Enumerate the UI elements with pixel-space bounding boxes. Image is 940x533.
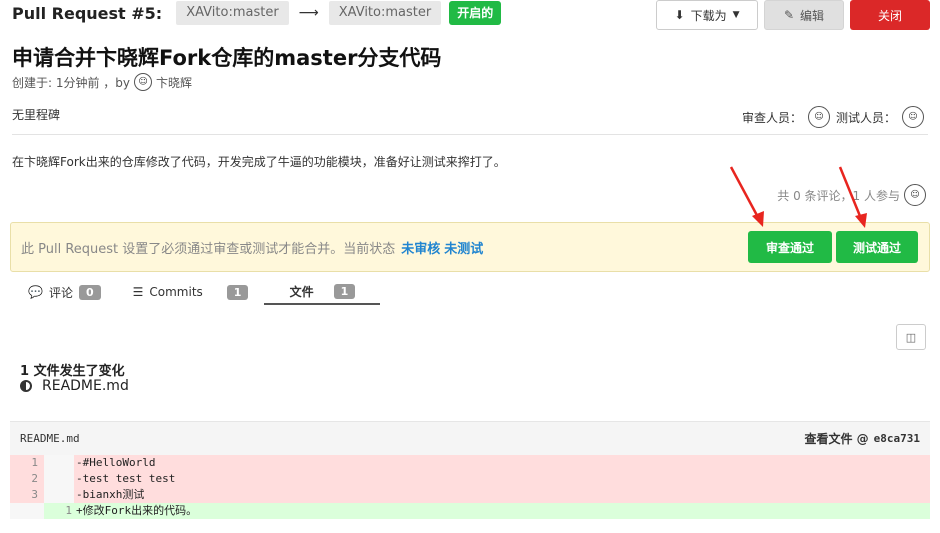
approve-review-button[interactable]: 审查通过	[748, 231, 832, 263]
close-button[interactable]: 关闭	[850, 0, 930, 30]
notice-text: 此 Pull Request 设置了必须通过审查或测试才能合并。当前状态	[21, 241, 396, 257]
pr-header: Pull Request #5: XAVito:master ⟶ XAVito:…	[12, 0, 502, 26]
pr-meta: 创建于: 1分钟前 ，by ☺ 卞晓辉	[12, 73, 192, 91]
comment-stats: 共 0 条评论，1 人参与 ☺	[777, 184, 926, 206]
toggle-view-button[interactable]: ◫	[896, 324, 926, 350]
download-icon: ⬇	[674, 8, 685, 22]
new-line-number[interactable]	[44, 455, 74, 471]
download-dropdown-button[interactable]: ⬇ 下载为 ▼	[656, 0, 758, 30]
old-line-number[interactable]	[10, 503, 44, 519]
file-name[interactable]: README.md	[42, 378, 129, 394]
test-status: 未测试	[444, 241, 484, 257]
old-line-number[interactable]: 1	[10, 455, 44, 471]
edit-button[interactable]: ✎ 编辑	[764, 0, 844, 30]
participant-avatar[interactable]: ☺	[904, 184, 926, 206]
annotation-arrow-review	[729, 166, 764, 227]
divider	[12, 134, 928, 135]
tab-label: Commits	[149, 285, 203, 299]
diff-code: -test test test	[74, 471, 930, 487]
status-badge: 开启的	[449, 1, 502, 25]
target-branch[interactable]: XAVito:master	[328, 1, 442, 25]
tester-label: 测试人员：	[835, 110, 896, 125]
tab-comments[interactable]: 💬 评论 0	[12, 279, 117, 305]
new-line-number[interactable]	[44, 487, 74, 503]
tab-files[interactable]: 文件 1	[264, 279, 381, 305]
pr-description: 在卞晓辉Fork出来的仓库修改了代码，开发完成了牛逼的功能模块，准备好让测试来搾…	[12, 155, 506, 169]
view-file-label: 查看文件 @	[804, 432, 869, 446]
new-line-number[interactable]	[44, 471, 74, 487]
download-label: 下载为	[690, 8, 727, 23]
diff-code: -bianxh测试	[74, 487, 930, 503]
arrow-right-icon: ⟶	[298, 5, 319, 21]
modified-file-icon	[20, 380, 32, 392]
approve-test-button[interactable]: 测试通过	[836, 231, 918, 263]
tab-label: 文件	[289, 284, 314, 299]
diff-file-name: README.md	[20, 432, 80, 445]
edit-label: 编辑	[800, 8, 825, 23]
tab-count: 0	[78, 284, 101, 300]
pr-tabs: 💬 评论 0 ☰ Commits 1 文件 1	[12, 278, 381, 306]
caret-down-icon: ▼	[732, 10, 740, 20]
diff-line: 1 +修改Fork出来的代码。	[10, 503, 930, 519]
created-label: 创建于: 1分钟前 ，by	[12, 75, 131, 90]
review-status: 未审核	[401, 241, 441, 257]
diff-header: README.md 查看文件 @ e8ca731	[10, 421, 930, 455]
diff-code: +修改Fork出来的代码。	[74, 503, 930, 519]
diff-line: 3 -bianxh测试	[10, 487, 930, 503]
stats-text: 共 0 条评论，1 人参与	[777, 188, 900, 203]
author-link[interactable]: 卞晓辉	[156, 74, 192, 91]
old-line-number[interactable]: 3	[10, 487, 44, 503]
view-file-link[interactable]: 查看文件 @ e8ca731	[804, 430, 920, 447]
reviewer-avatar[interactable]: ☺	[807, 106, 830, 128]
page-title: 申请合并卞晓辉Fork仓库的master分支代码	[12, 46, 442, 70]
old-line-number[interactable]: 2	[10, 471, 44, 487]
new-line-number[interactable]: 1	[44, 503, 74, 519]
list-icon: ☰	[132, 285, 144, 299]
diff-code: -#HelloWorld	[74, 455, 930, 471]
source-branch[interactable]: XAVito:master	[176, 1, 289, 25]
avatar[interactable]: ☺	[134, 73, 153, 91]
pr-number: Pull Request #5:	[12, 3, 163, 23]
diff-line: 2 -test test test	[10, 471, 930, 487]
tab-label: 评论	[48, 285, 73, 300]
tab-count: 1	[333, 283, 356, 299]
tester-avatar[interactable]: ☺	[902, 106, 924, 128]
commit-sha[interactable]: e8ca731	[874, 432, 920, 445]
reviewers: 审查人员： ☺ 测试人员： ☺	[742, 106, 924, 128]
edit-icon: ✎	[783, 8, 795, 22]
tab-count: 1	[226, 284, 249, 300]
tab-commits[interactable]: ☰ Commits 1	[117, 279, 265, 305]
comment-icon: 💬	[28, 285, 43, 299]
diff-line: 1 -#HelloWorld	[10, 455, 930, 471]
changed-summary: 1 文件发生了变化	[20, 364, 125, 379]
top-actions: ⬇ 下载为 ▼ ✎ 编辑 关闭	[656, 0, 930, 30]
file-list-item[interactable]: README.md	[20, 378, 129, 394]
diff-body: 1 -#HelloWorld 2 -test test test 3 -bian…	[10, 455, 930, 519]
reviewer-label: 审查人员：	[741, 110, 802, 125]
split-view-icon: ◫	[905, 330, 917, 344]
milestone-label: 无里程碑	[12, 108, 61, 122]
